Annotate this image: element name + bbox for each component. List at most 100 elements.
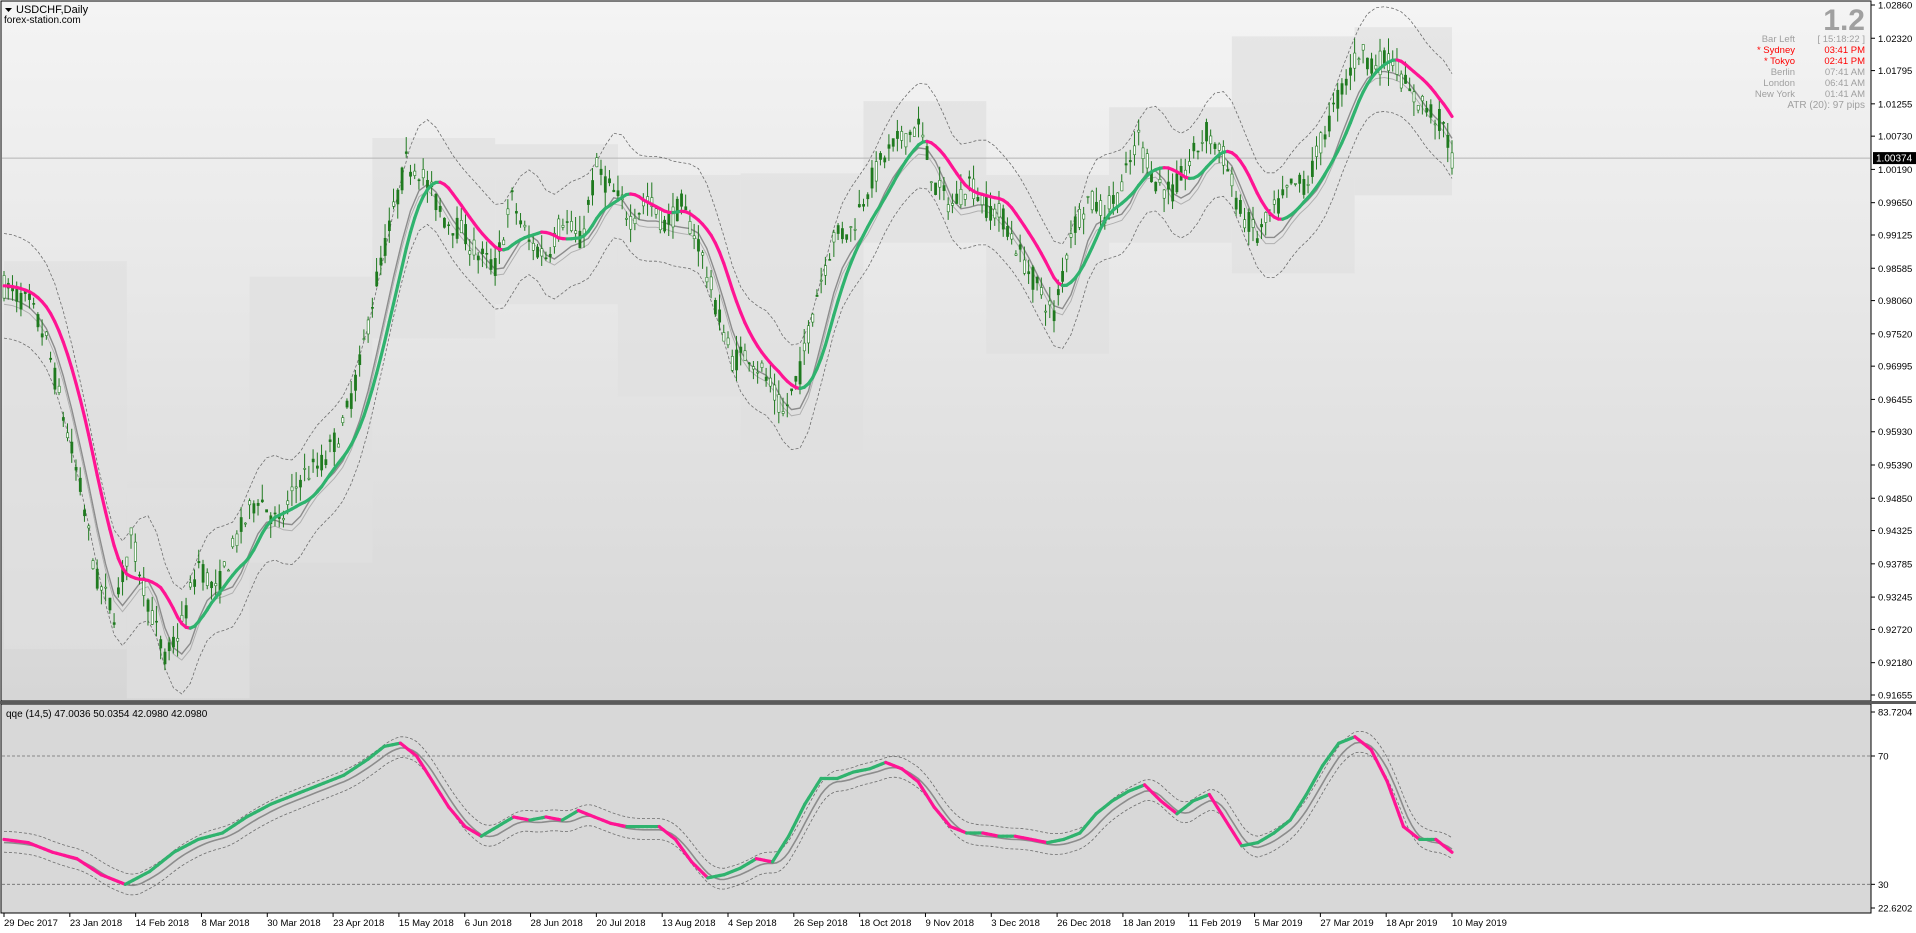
candle-body [993,208,997,219]
candle-body [798,361,802,385]
candle-body [637,213,641,215]
candle-body [1154,181,1158,192]
candle-body [1128,160,1132,163]
time-tick-label: 18 Jan 2019 [1123,918,1175,929]
candle-body [104,586,108,589]
candle-body [502,239,506,246]
session-zone [4,261,127,650]
candle-body [167,642,171,652]
info-row-value: 03:41 PM [1824,45,1865,56]
candle-body [951,203,954,206]
current-price-tag: 1.00374 [1873,152,1916,165]
candle-body [828,259,832,261]
candle-body [66,432,70,439]
candle-body [1188,161,1191,167]
candle-body [603,176,607,193]
candle-body [1349,67,1352,76]
qqe-indicator-label: qqe (14,5) 47.0036 50.0354 42.0980 42.09… [6,709,208,720]
candle-body [294,486,298,489]
candle-body [91,560,95,569]
candle-body [1277,198,1280,214]
candle-body [392,201,396,207]
candle-body [1255,238,1259,243]
candle-body [1366,57,1369,70]
candle-body [912,127,916,137]
candle-body [1446,134,1450,148]
candle-body [1001,208,1005,230]
price-tick-label: 0.92720 [1878,625,1912,636]
candle-body [1289,178,1293,184]
time-tick-label: 15 May 2018 [399,918,454,929]
candle-body [1302,179,1306,195]
candle-body [1306,184,1310,186]
price-tick-label: 0.94850 [1878,494,1912,505]
candle-body [265,509,269,513]
candle-body [1167,181,1170,190]
candle-body [1315,145,1319,157]
candle-body [663,219,666,232]
candle-body [108,597,112,611]
candle-body [32,303,36,305]
price-tick-label: 0.93245 [1878,593,1912,604]
candle-body [692,235,696,239]
candle-body [87,525,91,529]
candle-body [684,206,688,211]
candle-body [1175,173,1179,193]
candle-body [849,226,853,228]
symbol-header[interactable]: USDCHF,Daily forex-station.com [4,4,89,26]
session-zone [372,138,496,339]
candle-body [586,199,590,205]
candle-body [459,220,463,234]
candle-body [726,337,730,346]
time-tick-label: 26 Sep 2018 [794,918,848,929]
candle-body [273,512,277,515]
candle-body [836,225,840,234]
candle-body [1230,173,1234,187]
candle-body [1061,270,1064,282]
time-tick-label: 14 Feb 2018 [136,918,189,929]
candle-body [1323,134,1327,140]
info-big-number: 1.2 [1823,4,1865,37]
chart-canvas[interactable]: 1.02860 1.02320 1.01795 1.01255 1.00730 1.001… [0,0,1916,933]
candle-body [316,465,319,469]
candle-body [1264,212,1268,223]
candle-body [1344,78,1348,86]
time-tick-label: 3 Dec 2018 [991,918,1040,929]
time-tick-label: 13 Aug 2018 [662,918,715,929]
candle-body [608,178,611,184]
session-zone [495,144,618,305]
candle-body [375,271,379,287]
candle-body [1086,196,1090,198]
current-price-label: 1.00374 [1876,154,1913,165]
candle-body [1192,142,1196,152]
session-zone [249,276,373,563]
candle-body [1247,212,1251,232]
candle-body [1272,199,1276,205]
time-tick-label: 11 Feb 2019 [1189,918,1242,929]
candle-body [464,224,467,245]
candle-body [1213,143,1217,149]
time-tick-label: 26 Dec 2018 [1057,918,1111,929]
candle-body [1006,226,1009,237]
candle-body [1336,89,1340,109]
candle-body [1040,287,1043,296]
candle-body [193,579,197,587]
candle-body [908,131,912,135]
price-tick-label: 0.91655 [1878,691,1912,702]
candle-body [138,574,141,577]
time-tick-label: 10 May 2019 [1452,918,1507,929]
candle-body [1361,44,1365,51]
candle-body [654,208,658,215]
time-tick-label: 18 Apr 2019 [1386,918,1437,929]
candle-body [1099,200,1103,216]
candle-body [824,265,827,276]
candle-body [968,176,971,179]
qqe-tick-label: 30 [1878,880,1889,891]
candle-body [891,138,895,147]
candle-body [781,411,785,414]
candle-body [1116,192,1120,207]
candle-body [896,130,899,139]
chart-window[interactable]: 1.02860 1.02320 1.01795 1.01255 1.00730 1.001… [0,0,1916,933]
candle-body [612,189,616,193]
candle-body [201,564,205,583]
